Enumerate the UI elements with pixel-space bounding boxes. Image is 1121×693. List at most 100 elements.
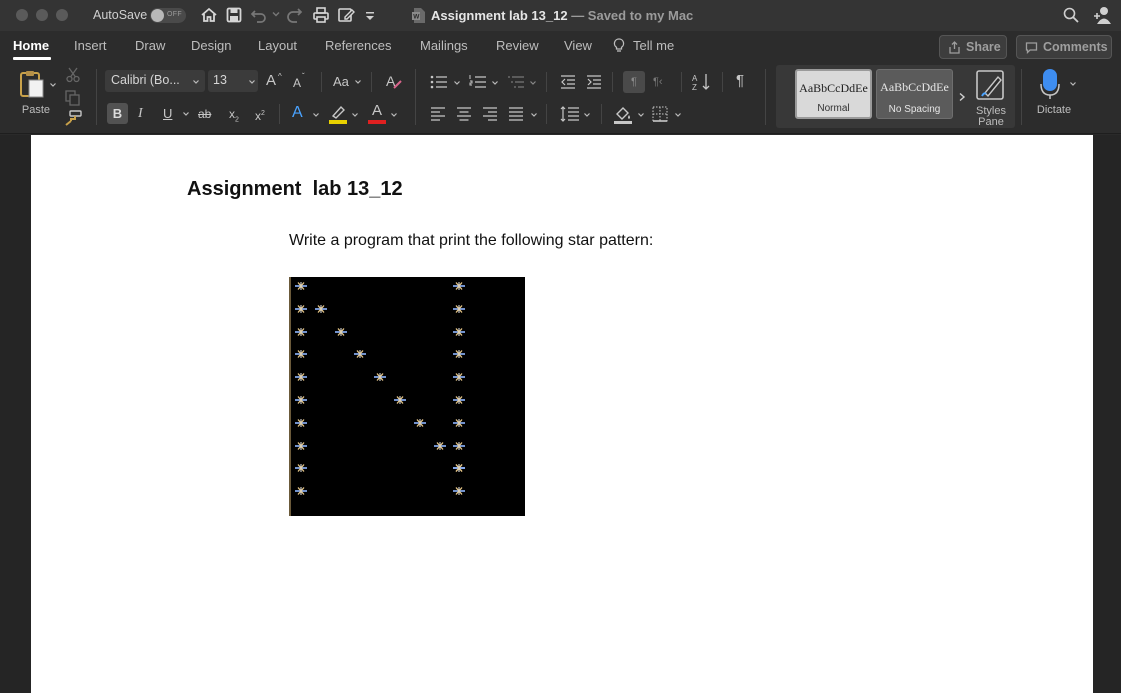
font-color-button[interactable]: A	[368, 103, 386, 124]
ltr-paragraph-button[interactable]: ¶	[623, 71, 645, 93]
format-painter-icon[interactable]	[64, 110, 82, 126]
account-icon[interactable]	[1093, 5, 1113, 25]
close-window-button[interactable]	[16, 9, 28, 21]
tab-view[interactable]: View	[564, 38, 592, 53]
dictate-chevron-down-icon[interactable]	[1069, 80, 1077, 88]
styles-pane-label[interactable]: Styles Pane	[972, 106, 1010, 128]
print-icon[interactable]	[312, 6, 330, 24]
font-name-select[interactable]: Calibri (Bo...	[105, 70, 205, 92]
style-normal[interactable]: AaBbCcDdEe Normal	[795, 69, 872, 119]
star-glyph	[452, 460, 466, 473]
star-glyph	[294, 438, 308, 450]
share-button[interactable]: Share	[939, 35, 1007, 59]
star-glyph	[452, 346, 466, 359]
separator	[601, 104, 602, 124]
star-glyph	[334, 324, 348, 336]
tab-draw[interactable]: Draw	[135, 38, 165, 53]
text-effects-button[interactable]: A	[292, 105, 303, 121]
underline-chevron-down-icon[interactable]	[182, 110, 190, 118]
bullets-chevron-down-icon[interactable]	[453, 79, 461, 87]
change-case-button[interactable]: Aa	[333, 74, 349, 90]
grow-font-caret-icon: ^	[278, 72, 282, 81]
align-left-icon[interactable]	[430, 106, 446, 122]
multilevel-list-chevron-down-icon[interactable]	[529, 79, 537, 87]
rtl-paragraph-button[interactable]: ¶‹	[653, 74, 663, 90]
grow-font-button[interactable]: A	[266, 73, 276, 89]
home-icon[interactable]	[200, 6, 218, 24]
subscript-button[interactable]: x2	[229, 106, 239, 128]
title-bar: AutoSave OFF W Assignment lab 13_12 — Sa…	[0, 0, 1121, 31]
decrease-indent-icon[interactable]	[560, 74, 576, 90]
bullets-icon[interactable]	[430, 74, 448, 90]
undo-icon[interactable]	[250, 6, 268, 24]
shading-chevron-down-icon[interactable]	[637, 111, 645, 119]
minimize-window-button[interactable]	[36, 9, 48, 21]
comment-icon	[1025, 42, 1038, 54]
tab-mailings[interactable]: Mailings	[420, 38, 468, 53]
strikethrough-button[interactable]: ab	[198, 106, 211, 122]
autosave-knob	[151, 9, 164, 22]
star-glyph	[353, 346, 367, 359]
search-icon[interactable]	[1062, 6, 1080, 24]
sort-icon[interactable]: AZ	[692, 72, 712, 92]
numbering-icon[interactable]	[469, 74, 487, 90]
tab-insert[interactable]: Insert	[74, 38, 107, 53]
document-page[interactable]: Assignment lab 13_12 Write a program tha…	[31, 135, 1093, 693]
text-effects-chevron-down-icon[interactable]	[312, 111, 320, 119]
shrink-font-button[interactable]: A	[293, 75, 301, 91]
highlight-chevron-down-icon[interactable]	[351, 111, 359, 119]
tab-home[interactable]: Home	[13, 38, 49, 53]
autosave-toggle[interactable]: OFF	[150, 8, 186, 23]
star-glyph	[452, 324, 466, 336]
italic-button[interactable]: I	[138, 106, 143, 122]
underline-button[interactable]: U	[163, 106, 172, 122]
copy-icon[interactable]	[65, 90, 81, 106]
justify-icon[interactable]	[508, 106, 524, 122]
change-case-chevron-down-icon[interactable]	[354, 78, 362, 86]
tab-design[interactable]: Design	[191, 38, 231, 53]
cut-icon[interactable]	[66, 67, 80, 83]
superscript-button[interactable]: x2	[255, 106, 265, 124]
edit-document-icon[interactable]	[337, 6, 355, 24]
tab-tell-me[interactable]: Tell me	[633, 38, 674, 53]
line-spacing-chevron-down-icon[interactable]	[583, 111, 591, 119]
styles-pane-icon[interactable]	[976, 69, 1006, 101]
multilevel-list-icon[interactable]	[507, 74, 525, 90]
paste-icon[interactable]	[17, 69, 47, 99]
paste-chevron-down-icon[interactable]	[49, 81, 57, 89]
save-status: — Saved to my Mac	[571, 8, 694, 23]
dictate-label: Dictate	[1036, 104, 1072, 116]
bold-button[interactable]: B	[107, 103, 128, 124]
star-glyph	[452, 415, 466, 427]
tab-references[interactable]: References	[325, 38, 391, 53]
microphone-icon[interactable]	[1040, 68, 1060, 100]
font-size-chevron-down-icon[interactable]	[248, 78, 256, 86]
line-spacing-icon[interactable]	[560, 105, 580, 123]
style-no-spacing[interactable]: AaBbCcDdEe No Spacing	[876, 69, 953, 119]
separator	[321, 72, 322, 92]
tab-layout[interactable]: Layout	[258, 38, 297, 53]
font-color-chevron-down-icon[interactable]	[390, 111, 398, 119]
highlight-icon[interactable]	[329, 104, 347, 124]
increase-indent-icon[interactable]	[586, 74, 602, 90]
redo-icon[interactable]	[286, 6, 304, 24]
justify-chevron-down-icon[interactable]	[530, 111, 538, 119]
shading-icon[interactable]	[613, 104, 633, 124]
separator	[371, 72, 372, 92]
chevron-right-icon[interactable]	[958, 92, 966, 102]
align-right-icon[interactable]	[482, 106, 498, 122]
align-center-icon[interactable]	[456, 106, 472, 122]
customize-toolbar-icon[interactable]	[364, 6, 376, 24]
borders-chevron-down-icon[interactable]	[674, 111, 682, 119]
show-formatting-marks-button[interactable]: ¶	[736, 73, 744, 89]
borders-icon[interactable]	[652, 106, 668, 122]
zoom-window-button[interactable]	[56, 9, 68, 21]
comments-button[interactable]: Comments	[1016, 35, 1112, 59]
save-icon[interactable]	[225, 6, 243, 24]
font-name-chevron-down-icon[interactable]	[192, 78, 200, 86]
numbering-chevron-down-icon[interactable]	[491, 79, 499, 87]
tab-review[interactable]: Review	[496, 38, 539, 53]
undo-chevron-down-icon[interactable]	[271, 9, 281, 19]
star-glyph	[452, 392, 466, 404]
clear-formatting-icon[interactable]: A	[385, 72, 403, 90]
